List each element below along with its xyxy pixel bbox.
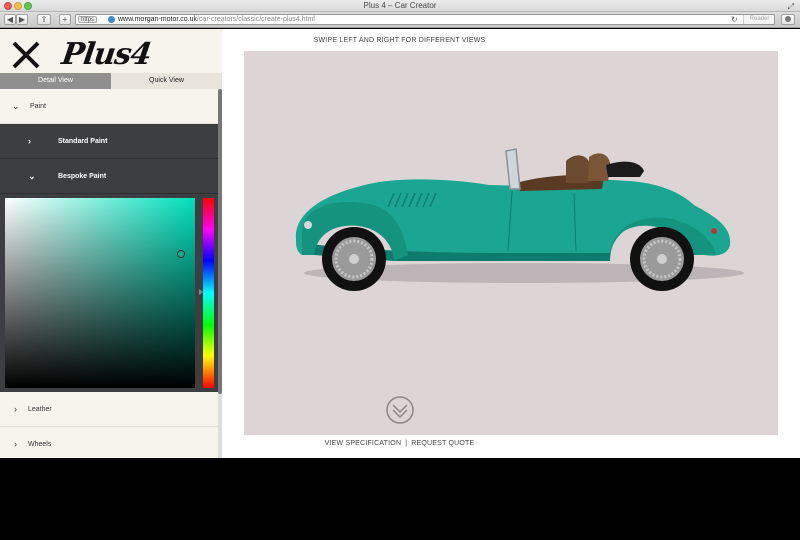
chevron-right-icon: › <box>14 439 17 449</box>
chevron-down-icon: ⌄ <box>12 101 20 111</box>
window-title: Plus 4 – Car Creator <box>363 1 437 10</box>
plus4-logo: Plus4 <box>59 37 153 72</box>
car-stage[interactable] <box>244 51 778 435</box>
window-titlebar: Plus 4 – Car Creator ⤢ <box>0 0 800 12</box>
section-leather[interactable]: › Leather <box>0 392 218 427</box>
url-path: /car-creators/classic/create-plus4.html <box>196 16 315 23</box>
view-specification-link[interactable]: VIEW SPECIFICATION <box>325 440 402 447</box>
subsection-standard-paint[interactable]: › Standard Paint <box>0 124 218 159</box>
configurator-sidebar: Plus4 Detail View Quick View ⌄ Paint › S… <box>0 29 222 458</box>
section-paint[interactable]: ⌄ Paint <box>0 89 218 124</box>
swipe-hint: SWIPE LEFT AND RIGHT FOR DIFFERENT VIEWS <box>313 37 486 44</box>
new-tab-button[interactable]: + <box>59 14 71 25</box>
https-badge: https <box>78 16 98 23</box>
section-paint-label: Paint <box>30 103 46 110</box>
reload-icon[interactable]: ↻ <box>731 15 738 24</box>
color-picker-handle[interactable] <box>177 250 185 258</box>
saturation-value-field[interactable] <box>5 198 195 388</box>
scroll-down-icon[interactable] <box>385 395 415 425</box>
bespoke-paint-label: Bespoke Paint <box>58 173 107 180</box>
reader-button[interactable]: Reader <box>743 15 774 24</box>
section-leather-label: Leather <box>28 406 52 413</box>
tab-quick-view[interactable]: Quick View <box>111 73 222 89</box>
url-text: www.morgan-motor.co.uk/car-creators/clas… <box>118 15 315 24</box>
options-panel: ⌄ Paint › Standard Paint ⌄ Bespoke Paint… <box>0 89 218 458</box>
downloads-button[interactable] <box>781 14 795 25</box>
front-wheel <box>322 227 386 291</box>
share-button[interactable]: ⇪ <box>37 14 51 25</box>
fullscreen-icon[interactable]: ⤢ <box>788 2 794 12</box>
request-quote-link[interactable]: REQUEST QUOTE <box>411 440 474 447</box>
back-button[interactable]: ◀ <box>4 14 16 25</box>
chevron-right-icon: › <box>28 136 31 146</box>
color-picker <box>0 194 218 392</box>
link-separator: | <box>405 440 408 447</box>
section-wheels[interactable]: › Wheels <box>0 427 218 458</box>
page-content: Plus4 Detail View Quick View ⌄ Paint › S… <box>0 29 800 458</box>
car-view-area: SWIPE LEFT AND RIGHT FOR DIFFERENT VIEWS <box>222 29 800 458</box>
close-icon[interactable] <box>12 41 40 69</box>
url-host: www.morgan-motor.co.uk <box>118 16 197 23</box>
bottom-links: VIEW SPECIFICATION | REQUEST QUOTE <box>222 440 577 447</box>
subsection-bespoke-paint[interactable]: ⌄ Bespoke Paint <box>0 159 218 194</box>
car-image <box>295 148 744 291</box>
standard-paint-label: Standard Paint <box>58 138 108 145</box>
view-tabs: Detail View Quick View <box>0 73 222 89</box>
chevron-down-icon: ⌄ <box>28 171 36 181</box>
hue-slider[interactable] <box>203 198 214 388</box>
address-bar[interactable]: https www.morgan-motor.co.uk/car-creator… <box>75 14 775 25</box>
plus-icon: + <box>62 15 68 24</box>
chevron-right-icon: › <box>14 404 17 414</box>
share-icon: ⇪ <box>40 15 48 24</box>
tab-detail-view[interactable]: Detail View <box>0 73 111 89</box>
globe-icon <box>108 16 115 23</box>
browser-toolbar: ◀ ▶ ⇪ + https www.morgan-motor.co.uk/car… <box>0 12 800 28</box>
forward-button[interactable]: ▶ <box>16 14 28 25</box>
rear-wheel <box>630 227 694 291</box>
section-wheels-label: Wheels <box>28 441 52 448</box>
